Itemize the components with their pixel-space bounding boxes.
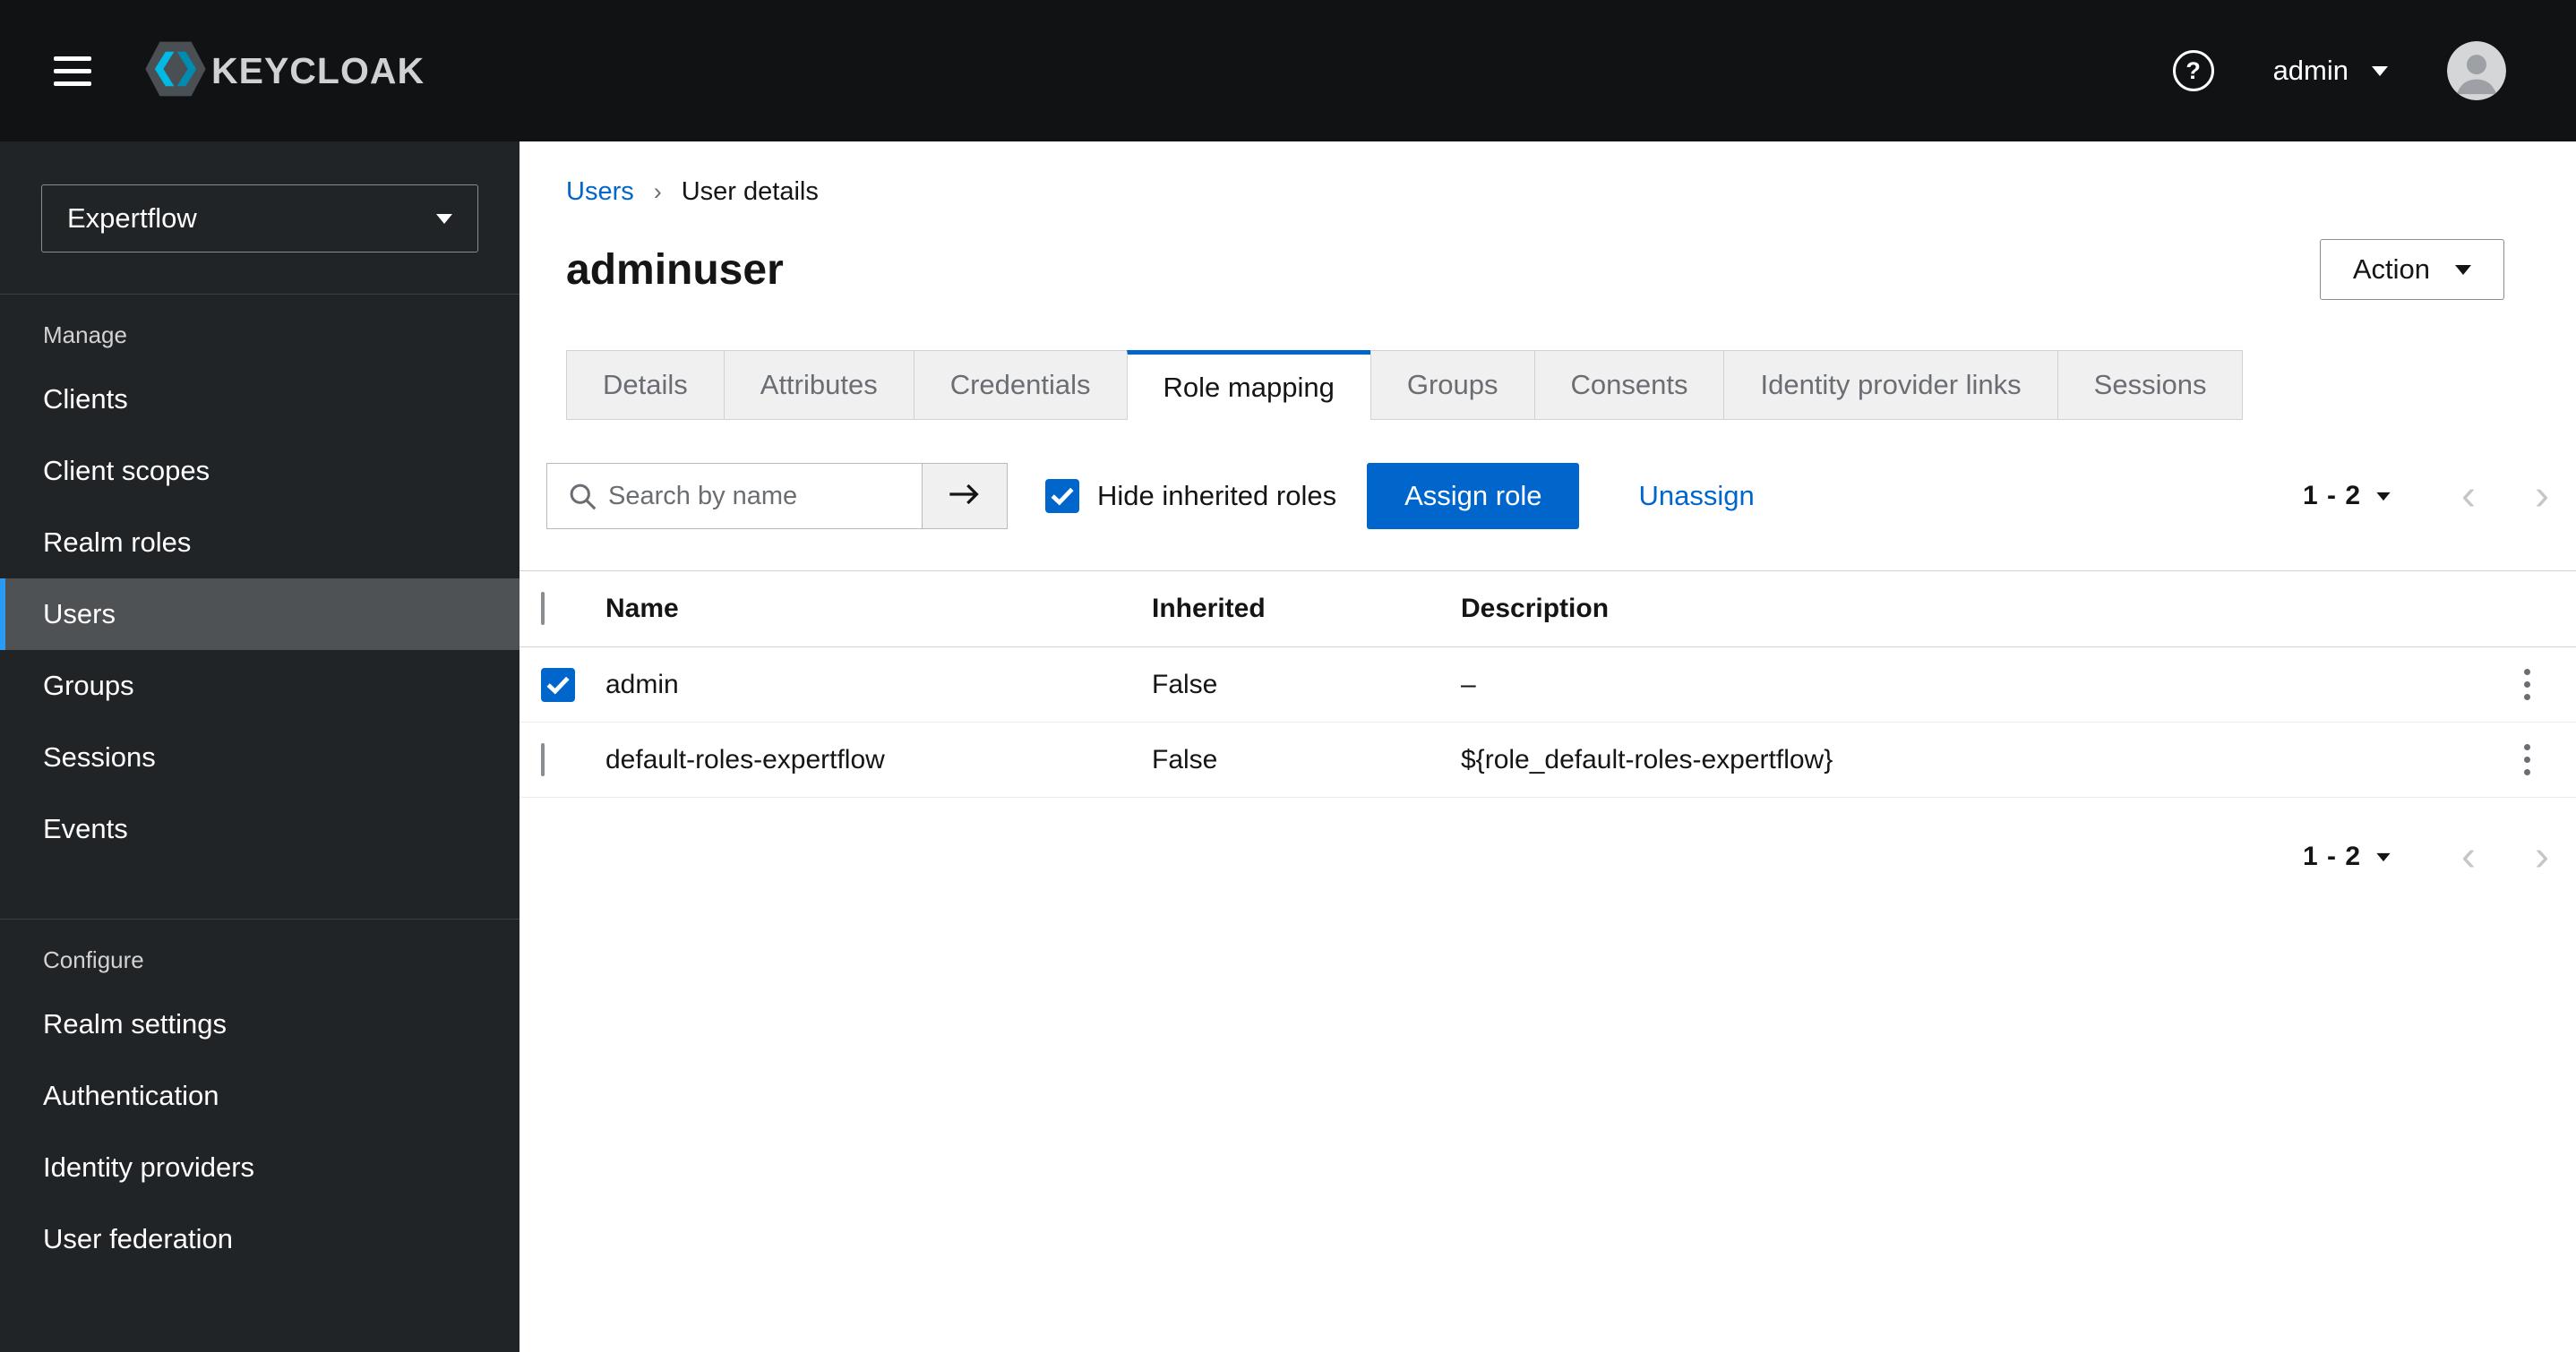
chevron-down-icon <box>2376 852 2391 861</box>
pagination-next-button[interactable]: › <box>2535 835 2549 878</box>
chevron-down-icon <box>2376 492 2391 501</box>
bottom-pagination: 1 - 2 ‹ › <box>2303 835 2549 878</box>
pagination-dropdown[interactable]: 1 - 2 <box>2303 481 2391 511</box>
assign-role-button[interactable]: Assign role <box>1367 463 1580 529</box>
cell-name: admin <box>605 669 679 699</box>
tab-consents[interactable]: Consents <box>1533 350 1725 420</box>
breadcrumb-users-link[interactable]: Users <box>566 177 634 207</box>
pagination-prev-button[interactable]: ‹ <box>2461 835 2476 878</box>
user-menu-dropdown[interactable]: admin <box>2273 55 2388 87</box>
brand-title: KEYCLOAK <box>211 49 425 91</box>
cell-name: default-roles-expertflow <box>605 744 885 774</box>
sidebar-item-sessions[interactable]: Sessions <box>0 722 519 793</box>
row-checkbox[interactable] <box>541 667 575 702</box>
table-row: admin False – <box>519 647 2576 723</box>
sidebar-item-client-scopes[interactable]: Client scopes <box>0 435 519 507</box>
tab-details[interactable]: Details <box>566 350 725 420</box>
kebab-menu-icon[interactable] <box>2509 669 2545 700</box>
cell-description: – <box>1461 669 1476 699</box>
cell-description: ${role_default-roles-expertflow} <box>1461 744 1833 774</box>
row-checkbox[interactable] <box>541 742 545 776</box>
keycloak-admin-console: KEYCLOAK ? admin Expertflow Manage Clien… <box>0 0 2576 1352</box>
chevron-down-icon <box>2455 264 2471 275</box>
pagination-prev-button[interactable]: ‹ <box>2461 475 2476 518</box>
tab-credentials[interactable]: Credentials <box>913 350 1128 420</box>
pagination-next-button[interactable]: › <box>2535 475 2549 518</box>
select-all-checkbox[interactable] <box>541 592 545 625</box>
tab-identity-provider-links[interactable]: Identity provider links <box>1723 350 2058 420</box>
manage-section-label: Manage <box>43 321 127 348</box>
realm-selector[interactable]: Expertflow <box>41 184 478 252</box>
sidebar-item-clients[interactable]: Clients <box>0 364 519 435</box>
keycloak-logo-icon <box>143 40 208 102</box>
search-submit-button[interactable] <box>922 463 1008 529</box>
top-pagination: 1 - 2 ‹ › <box>2303 475 2549 518</box>
arrow-right-icon <box>947 481 983 512</box>
sidebar-item-authentication[interactable]: Authentication <box>0 1060 519 1132</box>
tab-role-mapping[interactable]: Role mapping <box>1126 350 1371 420</box>
chevron-down-icon <box>2372 65 2388 76</box>
sidebar-item-user-federation[interactable]: User federation <box>0 1203 519 1275</box>
tab-bar: Details Attributes Credentials Role mapp… <box>566 350 2576 420</box>
avatar[interactable] <box>2447 41 2506 100</box>
breadcrumb-current: User details <box>681 177 819 206</box>
help-icon[interactable]: ? <box>2172 50 2214 91</box>
cell-inherited: False <box>1152 744 1218 774</box>
cell-inherited: False <box>1152 669 1218 699</box>
configure-section-label: Configure <box>43 946 144 973</box>
role-mapping-toolbar: Hide inherited roles Assign role Unassig… <box>546 463 2549 529</box>
table-row: default-roles-expertflow False ${role_de… <box>519 723 2576 798</box>
search-input[interactable] <box>546 463 923 529</box>
sidebar-item-users[interactable]: Users <box>0 578 519 650</box>
search-icon <box>568 482 597 516</box>
sidebar: Expertflow Manage Clients Client scopes … <box>0 141 519 1352</box>
hide-inherited-checkbox[interactable] <box>1045 479 1079 513</box>
unassign-link[interactable]: Unassign <box>1638 480 1754 512</box>
chevron-right-icon: › <box>653 178 662 205</box>
masthead: KEYCLOAK ? admin <box>0 0 2576 141</box>
column-header-inherited: Inherited <box>1152 594 1266 623</box>
sidebar-item-realm-roles[interactable]: Realm roles <box>0 507 519 578</box>
hamburger-menu-icon[interactable] <box>54 56 91 86</box>
column-header-description: Description <box>1461 594 1610 623</box>
realm-name: Expertflow <box>67 202 197 234</box>
kebab-menu-icon[interactable] <box>2509 744 2545 775</box>
breadcrumb: Users › User details <box>519 177 2576 207</box>
action-dropdown-button[interactable]: Action <box>2319 239 2504 300</box>
tab-groups[interactable]: Groups <box>1370 350 1535 420</box>
pagination-dropdown[interactable]: 1 - 2 <box>2303 842 2391 872</box>
keycloak-logo: KEYCLOAK <box>143 40 425 102</box>
username-label: admin <box>2272 55 2348 86</box>
sidebar-item-events[interactable]: Events <box>0 793 519 865</box>
tab-sessions[interactable]: Sessions <box>2057 350 2244 420</box>
page-title: adminuser <box>566 245 784 294</box>
hide-inherited-label: Hide inherited roles <box>1097 480 1337 511</box>
main-content: Users › User details adminuser Action De… <box>519 141 2576 1352</box>
chevron-down-icon <box>436 213 452 224</box>
sidebar-item-realm-settings[interactable]: Realm settings <box>0 988 519 1060</box>
tab-attributes[interactable]: Attributes <box>723 350 914 420</box>
column-header-name: Name <box>605 594 679 623</box>
role-mapping-table: Name Inherited Description admin False – <box>519 570 2576 798</box>
sidebar-item-identity-providers[interactable]: Identity providers <box>0 1132 519 1203</box>
table-header-row: Name Inherited Description <box>519 570 2576 647</box>
sidebar-item-groups[interactable]: Groups <box>0 650 519 722</box>
